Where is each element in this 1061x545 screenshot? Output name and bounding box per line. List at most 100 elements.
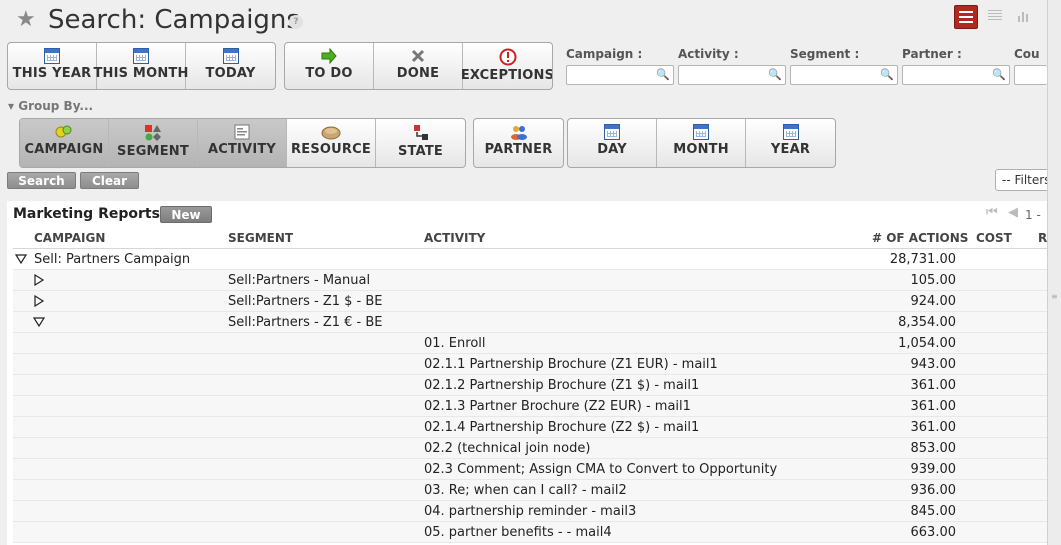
group-by-month[interactable]: MONTH	[657, 119, 746, 167]
cell-activity: 02.1.3 Partner Brochure (Z2 EUR) - mail1	[424, 399, 691, 414]
col-header-activity[interactable]: ACTIVITY	[424, 231, 485, 245]
expanded-triangle-icon[interactable]	[33, 316, 45, 328]
table-row[interactable]: 02.1.2 Partnership Brochure (Z1 $) - mai…	[13, 375, 1053, 396]
col-header-actions[interactable]: # OF ACTIONS	[872, 231, 968, 245]
country-field[interactable]	[1014, 65, 1047, 85]
group-by-segment[interactable]: SEGMENT	[109, 119, 198, 167]
activity-field-label: Activity :	[678, 47, 739, 61]
collapsed-triangle-icon[interactable]	[33, 295, 45, 307]
partner-field[interactable]: 🔍	[902, 65, 1010, 85]
first-page-icon[interactable]: ⏮	[986, 205, 998, 220]
filter-to-do[interactable]: TO DO	[285, 43, 374, 89]
panel-title: Marketing Reports	[13, 206, 160, 222]
table-row[interactable]: Sell:Partners - Z1 € - BE 8,354.00	[13, 312, 1053, 333]
cell-segment: Sell:Partners - Z1 $ - BE	[228, 294, 383, 309]
col-header-segment[interactable]: SEGMENT	[228, 231, 293, 245]
group-label: CAMPAIGN	[24, 142, 104, 157]
col-header-campaign[interactable]: CAMPAIGN	[34, 231, 105, 245]
cell-actions: 936.00	[910, 483, 957, 498]
filter-done[interactable]: DONE	[374, 43, 463, 89]
group-by-toggle[interactable]: ▾ Group By...	[8, 99, 93, 113]
filter-this-month[interactable]: THIS MONTH	[93, 43, 188, 89]
table-row[interactable]: Sell:Partners - Manual 105.00	[13, 270, 1053, 291]
date-filter-group: THIS YEAR THIS MONTH TODAY	[7, 42, 276, 90]
scroll-grip-icon[interactable]: ≡	[1051, 292, 1058, 301]
campaign-field[interactable]: 🔍	[566, 65, 674, 85]
group-by-day[interactable]: DAY	[568, 119, 657, 167]
calendar-icon	[604, 124, 620, 140]
vertical-scrollbar[interactable]	[1047, 0, 1061, 545]
table-row[interactable]: 02.1.3 Partner Brochure (Z2 EUR) - mail1…	[13, 396, 1053, 417]
cell-activity: 02.3 Comment; Assign CMA to Convert to O…	[424, 462, 778, 477]
table-row[interactable]: 02.3 Comment; Assign CMA to Convert to O…	[13, 459, 1053, 480]
filter-label: DONE	[396, 66, 440, 81]
search-icon: 🔍	[768, 68, 782, 81]
col-header-r[interactable]: R	[1038, 231, 1047, 245]
cell-segment: Sell:Partners - Manual	[228, 273, 371, 288]
activity-field[interactable]: 🔍	[678, 65, 786, 85]
group-by-year[interactable]: YEAR	[746, 119, 835, 167]
partner-icon	[510, 126, 527, 140]
group-label: ACTIVITY	[207, 142, 277, 157]
group-label: STATE	[397, 144, 444, 159]
table-row[interactable]: Sell:Partners - Z1 $ - BE 924.00	[13, 291, 1053, 312]
group-by-campaign[interactable]: CAMPAIGN	[20, 119, 109, 167]
cell-actions: 943.00	[910, 357, 957, 372]
favorite-star-icon[interactable]: ★	[16, 8, 36, 32]
prev-page-icon[interactable]: ◀	[1008, 205, 1018, 220]
cell-activity: 02.2 (technical join node)	[424, 441, 591, 456]
cell-actions: 663.00	[910, 525, 957, 540]
page-title: Search: Campaigns	[48, 5, 300, 35]
table-row[interactable]: Sell: Partners Campaign 28,731.00	[13, 249, 1053, 270]
group-label: YEAR	[770, 142, 811, 157]
chevron-down-icon: ▾	[8, 99, 15, 113]
table-row[interactable]: 04. partnership reminder - mail3 845.00	[13, 501, 1053, 522]
calendar-icon	[782, 124, 799, 140]
clear-button[interactable]: Clear	[80, 172, 139, 189]
collapsed-triangle-icon[interactable]	[33, 274, 45, 286]
form-view-icon[interactable]	[984, 5, 1006, 27]
filter-exceptions[interactable]: EXCEPTIONS	[461, 43, 552, 89]
cell-actions: 361.00	[910, 420, 957, 435]
table-row[interactable]: 05. partner benefits - - mail4 663.00	[13, 522, 1053, 543]
table-row[interactable]: 01. Enroll 1,054.00	[13, 333, 1053, 354]
group-by-partner[interactable]: PARTNER	[474, 119, 563, 167]
group-label: RESOURCE	[291, 142, 371, 157]
country-field-label: Cou	[1014, 47, 1040, 61]
list-view-icon[interactable]	[954, 5, 978, 29]
segment-field[interactable]: 🔍	[790, 65, 898, 85]
table-row[interactable]: 02.1.1 Partnership Brochure (Z1 EUR) - m…	[13, 354, 1053, 375]
graph-view-icon[interactable]	[1013, 5, 1035, 27]
cell-activity: 02.1.1 Partnership Brochure (Z1 EUR) - m…	[424, 357, 718, 372]
table-row[interactable]: 02.1.4 Partnership Brochure (Z2 $) - mai…	[13, 417, 1053, 438]
campaign-icon	[55, 125, 72, 138]
calendar-icon	[44, 48, 60, 64]
group-by-activity[interactable]: ACTIVITY	[198, 119, 287, 167]
group-by-resource[interactable]: RESOURCE	[287, 119, 376, 167]
cell-actions: 105.00	[910, 273, 957, 288]
search-icon: 🔍	[992, 68, 1006, 81]
table-row[interactable]: 02.2 (technical join node) 853.00	[13, 438, 1053, 459]
filter-this-year[interactable]: THIS YEAR	[8, 43, 97, 89]
group-by-state[interactable]: STATE	[376, 119, 465, 167]
search-button[interactable]: Search	[7, 172, 76, 189]
filter-label: TODAY	[205, 66, 256, 81]
group-by-group-2: PARTNER	[473, 118, 564, 168]
new-button[interactable]: New	[160, 206, 212, 223]
filter-label: TO DO	[305, 66, 353, 81]
cell-actions: 924.00	[910, 294, 957, 309]
search-icon: 🔍	[656, 68, 670, 81]
cell-activity: 02.1.4 Partnership Brochure (Z2 $) - mai…	[424, 420, 700, 435]
expanded-triangle-icon[interactable]	[15, 253, 27, 265]
table-row[interactable]: 03. Re; when can I call? - mail2 936.00	[13, 480, 1053, 501]
help-icon[interactable]: ?	[289, 15, 303, 29]
state-icon	[413, 125, 428, 140]
filter-today[interactable]: TODAY	[186, 43, 275, 89]
pager-text: 1 -	[1025, 208, 1041, 222]
group-label: MONTH	[673, 142, 729, 157]
group-label: SEGMENT	[117, 144, 189, 159]
group-by-label: Group By...	[18, 99, 94, 113]
exclamation-icon	[499, 48, 516, 66]
arrow-right-icon	[321, 48, 337, 64]
col-header-cost[interactable]: COST	[976, 231, 1012, 245]
